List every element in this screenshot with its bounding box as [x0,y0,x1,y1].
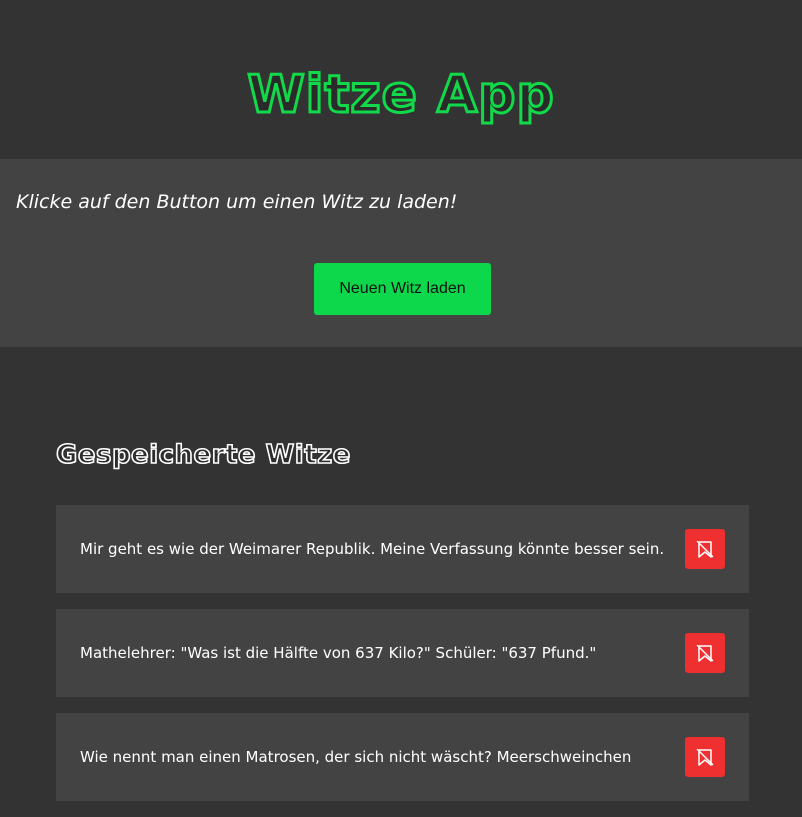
saved-joke-item: Mir geht es wie der Weimarer Republik. M… [56,505,749,593]
app-title: Witze App [246,63,555,126]
remove-joke-button[interactable] [685,529,725,569]
remove-joke-button[interactable] [685,633,725,673]
joke-prompt-panel: Klicke auf den Button um einen Witz zu l… [0,159,802,347]
prompt-text: Klicke auf den Button um einen Witz zu l… [16,191,458,213]
bookmark-remove-icon [696,644,714,662]
saved-joke-text: Wie nennt man einen Matrosen, der sich n… [80,748,632,766]
saved-joke-text: Mir geht es wie der Weimarer Republik. M… [80,540,665,558]
saved-joke-text: Mathelehrer: "Was ist die Hälfte von 637… [80,644,597,662]
saved-jokes-heading: Gespeicherte Witze [55,439,351,471]
load-new-joke-button[interactable]: Neuen Witz laden [314,263,491,315]
remove-joke-button[interactable] [685,737,725,777]
saved-jokes-list: Mir geht es wie der Weimarer Republik. M… [56,505,749,817]
saved-joke-item: Mathelehrer: "Was ist die Hälfte von 637… [56,609,749,697]
saved-joke-item: Wie nennt man einen Matrosen, der sich n… [56,713,749,801]
bookmark-remove-icon [696,540,714,558]
bookmark-remove-icon [696,748,714,766]
